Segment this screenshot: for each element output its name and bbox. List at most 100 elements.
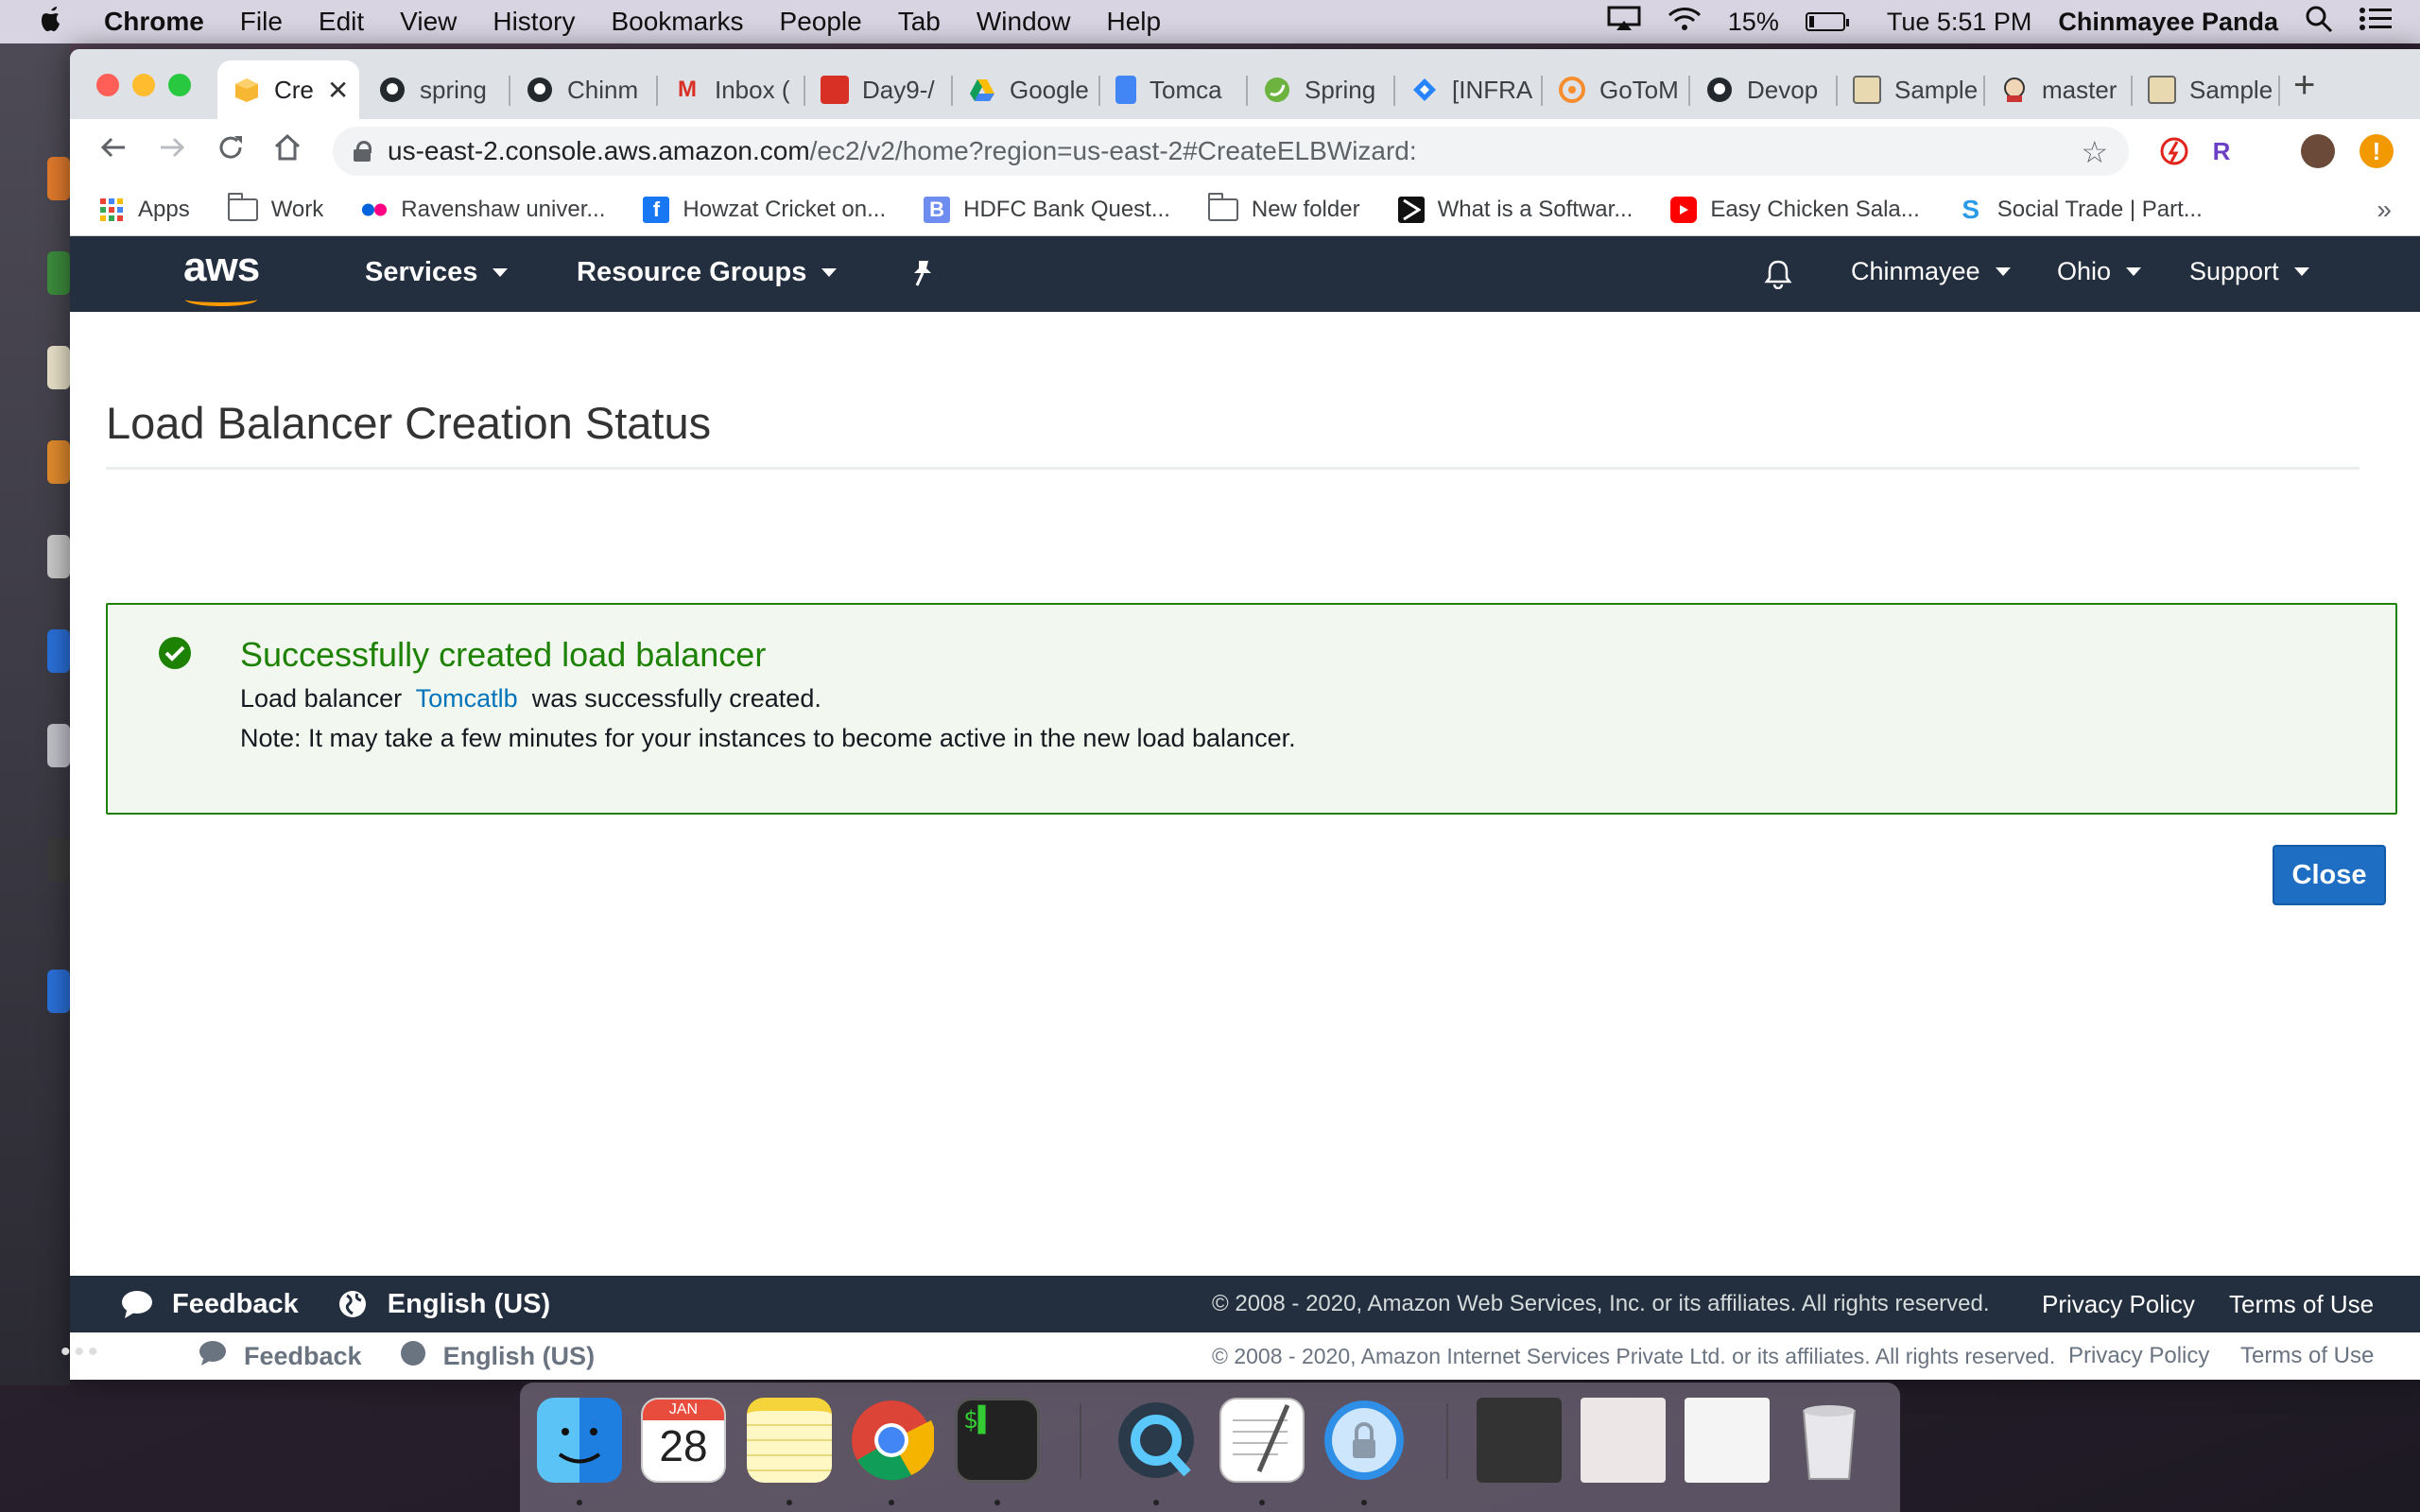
terms-of-use-link[interactable]: Terms of Use: [2229, 1290, 2374, 1319]
notes-icon[interactable]: [747, 1398, 832, 1483]
tab[interactable]: M Inbox (: [658, 60, 805, 119]
background-window-footer: Feedback English (US) © 2008 - 2020, Ama…: [151, 1332, 2420, 1380]
update-alert-icon[interactable]: !: [2360, 134, 2394, 168]
window-zoom-button[interactable]: [168, 74, 191, 96]
quicktime-icon[interactable]: [1114, 1398, 1199, 1483]
menu-edit[interactable]: Edit: [319, 7, 364, 37]
tab[interactable]: spring: [363, 60, 510, 119]
pin-icon[interactable]: [909, 259, 936, 287]
keychain-icon[interactable]: [1322, 1398, 1407, 1483]
tab-close-icon[interactable]: ✕: [327, 75, 349, 106]
lock-icon[interactable]: [354, 141, 372, 162]
video-icon: [821, 76, 849, 104]
load-balancer-link[interactable]: Tomcatlb: [416, 684, 518, 713]
tab-label: GoToM: [1599, 75, 1679, 104]
profile-avatar[interactable]: [2301, 134, 2335, 168]
back-arrow-icon[interactable]: [98, 132, 129, 171]
reload-icon[interactable]: [216, 132, 246, 171]
folder-stack-icon[interactable]: [1477, 1398, 1562, 1483]
menu-window[interactable]: Window: [977, 7, 1071, 37]
background-window-dots: •••: [60, 1336, 102, 1367]
tab-label: Inbox (: [715, 75, 790, 104]
notifications-bell-icon[interactable]: [1764, 259, 1792, 290]
language-selector[interactable]: English (US): [337, 1289, 550, 1320]
menu-file[interactable]: File: [240, 7, 283, 37]
tab-label: Chinm: [567, 75, 639, 104]
bookmark-social-trade[interactable]: S Social Trade | Part...: [1958, 195, 2202, 224]
forward-arrow-icon[interactable]: [157, 132, 187, 171]
notification-center-icon[interactable]: [2360, 7, 2392, 38]
terminal-icon[interactable]: $▌: [955, 1398, 1040, 1483]
alert-note: Note: It may take a few minutes for your…: [240, 724, 1296, 752]
menu-people[interactable]: People: [780, 7, 862, 37]
chrome-icon[interactable]: [849, 1398, 936, 1483]
tab[interactable]: master: [1985, 60, 2133, 119]
tab[interactable]: Day9-/: [805, 60, 953, 119]
tab-active[interactable]: Cre ✕: [217, 60, 359, 119]
bookmark-new-folder[interactable]: New folder: [1207, 192, 1360, 223]
tab[interactable]: Sample: [1838, 60, 1985, 119]
window-close-button[interactable]: [96, 74, 119, 96]
trash-icon[interactable]: [1787, 1398, 1872, 1483]
support-menu[interactable]: Support: [2189, 257, 2309, 286]
tab[interactable]: GoToM: [1543, 60, 1690, 119]
bookmark-work[interactable]: Work: [227, 192, 323, 223]
tab[interactable]: Tomca: [1100, 60, 1248, 119]
tab-label: Cre: [274, 75, 314, 104]
tab[interactable]: [INFRA: [1395, 60, 1543, 119]
finder-icon[interactable]: [537, 1398, 622, 1483]
textedit-icon[interactable]: [1219, 1398, 1305, 1483]
new-tab-button[interactable]: +: [2293, 64, 2315, 107]
tab[interactable]: Spring: [1248, 60, 1395, 119]
document-stack-icon[interactable]: [1685, 1398, 1770, 1483]
apple-menu-icon[interactable]: [38, 3, 76, 41]
menu-view[interactable]: View: [400, 7, 457, 37]
menu-bookmarks[interactable]: Bookmarks: [611, 7, 743, 37]
tab[interactable]: Devop: [1690, 60, 1838, 119]
globe-icon: [337, 1290, 369, 1318]
menu-user-name[interactable]: Chinmayee Panda: [2058, 8, 2278, 37]
tab[interactable]: Google: [953, 60, 1100, 119]
spotlight-search-icon[interactable]: [2305, 5, 2333, 40]
document-stack-icon[interactable]: [1581, 1398, 1666, 1483]
bookmark-apps[interactable]: Apps: [98, 197, 190, 223]
menu-tab[interactable]: Tab: [898, 7, 941, 37]
privacy-policy-link[interactable]: Privacy Policy: [2042, 1290, 2195, 1319]
airplay-icon[interactable]: [1607, 6, 1641, 39]
bookmark-software[interactable]: What is a Softwar...: [1397, 196, 1633, 223]
bookmark-ravenshaw[interactable]: Ravenshaw univer...: [361, 197, 605, 223]
menu-app-name[interactable]: Chrome: [104, 7, 204, 37]
tab-strip: Cre ✕ spring Chinm M Inbox ( Day9-/ Goog…: [70, 49, 2420, 119]
dock-separator: [1080, 1403, 1081, 1479]
feedback-link[interactable]: Feedback: [121, 1289, 299, 1320]
r-extension-icon[interactable]: R: [2204, 134, 2238, 168]
home-icon[interactable]: [272, 132, 302, 171]
bookmark-chicken-salad[interactable]: Easy Chicken Sala...: [1670, 196, 1920, 223]
calendar-icon[interactable]: JAN 28: [641, 1398, 726, 1483]
bookmark-howzat[interactable]: f Howzat Cricket on...: [643, 196, 886, 223]
bookmark-hdfc[interactable]: B HDFC Bank Quest...: [924, 196, 1170, 223]
tab[interactable]: Chinm: [510, 60, 658, 119]
region-menu[interactable]: Ohio: [2057, 257, 2142, 286]
resource-groups-menu[interactable]: Resource Groups: [577, 257, 838, 288]
aws-console-footer: Feedback English (US) © 2008 - 2020, Ama…: [70, 1276, 2420, 1332]
services-menu[interactable]: Services: [365, 257, 509, 288]
flash-extension-icon[interactable]: [2157, 134, 2191, 168]
tab-label: Google: [1010, 75, 1089, 104]
background-feedback: Feedback: [199, 1340, 362, 1373]
address-bar[interactable]: us-east-2.console.aws.amazon.com/ec2/v2/…: [333, 127, 2129, 176]
menu-help[interactable]: Help: [1106, 7, 1161, 37]
close-button[interactable]: Close: [2273, 845, 2386, 905]
aws-logo[interactable]: aws: [183, 244, 260, 306]
menu-history[interactable]: History: [493, 7, 575, 37]
wifi-icon[interactable]: [1668, 6, 1702, 39]
bookmark-label: New folder: [1251, 196, 1360, 222]
tab[interactable]: Sample: [2133, 60, 2280, 119]
account-menu[interactable]: Chinmayee: [1851, 257, 2011, 286]
gmail-icon: M: [678, 77, 697, 102]
bookmarks-overflow-icon[interactable]: »: [2377, 195, 2392, 225]
battery-icon[interactable]: [1805, 12, 1849, 31]
window-minimize-button[interactable]: [132, 74, 155, 96]
menu-clock[interactable]: Tue 5:51 PM: [1887, 8, 2032, 37]
bookmark-star-icon[interactable]: ☆: [2081, 134, 2108, 170]
